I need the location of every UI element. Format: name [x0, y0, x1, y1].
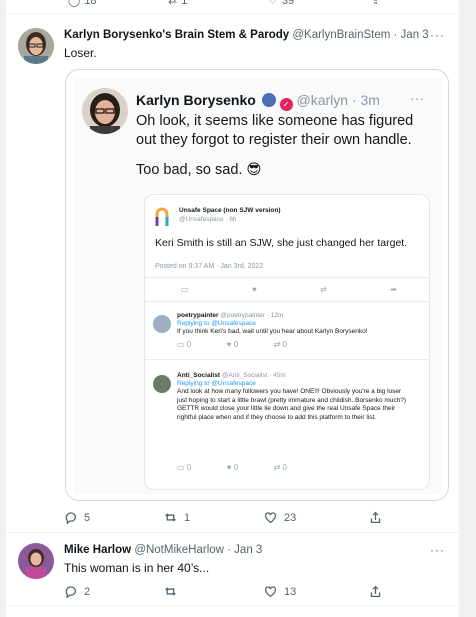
- prev-like-button[interactable]: ♡ 39: [268, 0, 294, 7]
- comment-icon: ▭: [181, 285, 189, 294]
- heart-icon: [264, 512, 277, 524]
- retweet-icon: ⇄: [168, 0, 178, 7]
- reply1-text: If you think Keri's bad, wait until you …: [177, 328, 368, 335]
- avatar[interactable]: [18, 543, 54, 579]
- screenshot-content: Karlyn Borysenko ✓ @karlyn · 3m ··· Oh l…: [74, 78, 442, 494]
- unsafe-space-card: Unsafe Space (non SJW version) @Unsafesp…: [144, 194, 430, 490]
- screenshot-header: Karlyn Borysenko ✓ @karlyn · 3m: [136, 92, 380, 111]
- divider: [145, 359, 429, 360]
- like-icon: ♥ 0: [226, 340, 239, 349]
- reply2-name: Anti_Socialist @Anti_Socialist · 45m: [177, 372, 286, 379]
- tweet-text: Loser.: [64, 46, 97, 60]
- retweet-icon: [165, 513, 176, 522]
- more-options-button[interactable]: ···: [430, 543, 445, 557]
- more-options-button[interactable]: ···: [430, 28, 445, 42]
- screenshot-avatar: [82, 88, 128, 134]
- card-posted: Posted on 9:37 AM · Jan 3rd, 2022: [155, 263, 264, 270]
- repost-icon: ⇄ 0: [273, 340, 287, 349]
- heart-icon: ♡: [268, 0, 278, 7]
- comment-icon: ▭ 0: [177, 463, 192, 472]
- reply1-name: poetrypainter @poetrypainter · 12m: [177, 312, 284, 319]
- retweet-button[interactable]: 1: [164, 511, 264, 524]
- unsafe-space-logo-icon: [155, 207, 169, 227]
- prev-retweet-button[interactable]: ⇄ 1: [168, 0, 187, 7]
- previous-tweet-actions: ◯ 18 ⇄ 1 ♡ 39 ⇪: [6, 0, 461, 14]
- divider: [145, 277, 429, 278]
- reply2-text: And look at how many followers you have!…: [177, 388, 407, 421]
- share-button[interactable]: [369, 511, 382, 524]
- share-icon: ➦: [390, 285, 397, 294]
- screenshot-text: Oh look, it seems like someone has figur…: [136, 113, 414, 148]
- heart-icon: [264, 586, 277, 598]
- divider: [145, 301, 429, 302]
- tweet-mike-harlow[interactable]: Mike Harlow @NotMikeHarlow · Jan 3 ··· T…: [6, 534, 461, 606]
- card-handle: @Unsafespace · 6h: [179, 216, 237, 223]
- timestamp[interactable]: · Jan 3: [394, 29, 429, 41]
- timestamp[interactable]: · Jan 3: [227, 544, 262, 556]
- share-icon: ⇪: [371, 0, 381, 7]
- reply1-avatar: [153, 315, 171, 333]
- like-button[interactable]: 23: [264, 511, 369, 524]
- retweet-button[interactable]: [164, 585, 264, 598]
- reply-icon: [65, 512, 77, 524]
- display-name[interactable]: Mike Harlow: [64, 544, 131, 556]
- reply1-actions: ▭ 0 ♥ 0 ⇄ 0: [177, 340, 287, 349]
- repost-icon: ⇄: [320, 285, 327, 294]
- reply-icon: ◯: [68, 0, 81, 7]
- retweet-icon: [165, 587, 176, 596]
- like-icon: ♥: [251, 285, 257, 294]
- tweet-actions: 5 1 23: [64, 511, 394, 524]
- screenshot-more-icon: ···: [410, 90, 424, 106]
- tweet-header: Mike Harlow @NotMikeHarlow · Jan 3: [64, 544, 262, 556]
- card-text: Keri Smith is still an SJW, she just cha…: [155, 237, 408, 249]
- reply-button[interactable]: 5: [64, 511, 164, 524]
- reply2-actions: ▭ 0 ♥ 0 ⇄ 0: [177, 463, 287, 472]
- share-icon: [370, 511, 381, 524]
- like-icon: ♥ 0: [226, 463, 239, 472]
- display-name[interactable]: Karlyn Borysenko's Brain Stem & Parody: [64, 29, 289, 41]
- screenshot-text-2: Too bad, so sad. 😎: [136, 162, 262, 178]
- reply2-avatar: [153, 375, 171, 393]
- tweet-karlyn-brain-stem[interactable]: Karlyn Borysenko's Brain Stem & Parody @…: [6, 15, 461, 533]
- tweet-image[interactable]: Karlyn Borysenko ✓ @karlyn · 3m ··· Oh l…: [65, 69, 449, 501]
- gettr-badge-icon: ✓: [279, 98, 293, 111]
- tweet-text: This woman is in her 40’s...: [64, 561, 210, 575]
- tweet-header: Karlyn Borysenko's Brain Stem & Parody @…: [64, 29, 429, 41]
- tweet-actions: 2 13: [64, 585, 394, 598]
- verified-icon: [261, 93, 276, 107]
- reply1-replying: Replying to @Unsafespace: [177, 320, 256, 327]
- handle[interactable]: @NotMikeHarlow: [134, 544, 224, 556]
- card-name: Unsafe Space (non SJW version): [179, 207, 281, 214]
- screenshot-handle: @karlyn · 3m: [296, 92, 380, 108]
- prev-reply-button[interactable]: ◯ 18: [68, 0, 97, 7]
- reply-button[interactable]: 2: [64, 585, 164, 598]
- screenshot-display-name: Karlyn Borysenko: [136, 92, 256, 108]
- reply2-replying: Replying to @Unsafespace: [177, 380, 256, 387]
- repost-icon: ⇄ 0: [273, 463, 287, 472]
- comment-icon: ▭ 0: [177, 340, 192, 349]
- share-button[interactable]: [369, 585, 382, 598]
- card-actions: ▭ ♥ ⇄ ➦: [181, 285, 397, 294]
- reply-icon: [65, 586, 77, 598]
- handle[interactable]: @KarlynBrainStem: [292, 29, 390, 41]
- like-button[interactable]: 13: [264, 585, 369, 598]
- timeline-panel: ◯ 18 ⇄ 1 ♡ 39 ⇪ Karlyn Borysenko's Brain St…: [5, 0, 461, 617]
- prev-share-button[interactable]: ⇪: [371, 0, 380, 7]
- share-icon: [370, 585, 381, 598]
- avatar[interactable]: [18, 28, 54, 64]
